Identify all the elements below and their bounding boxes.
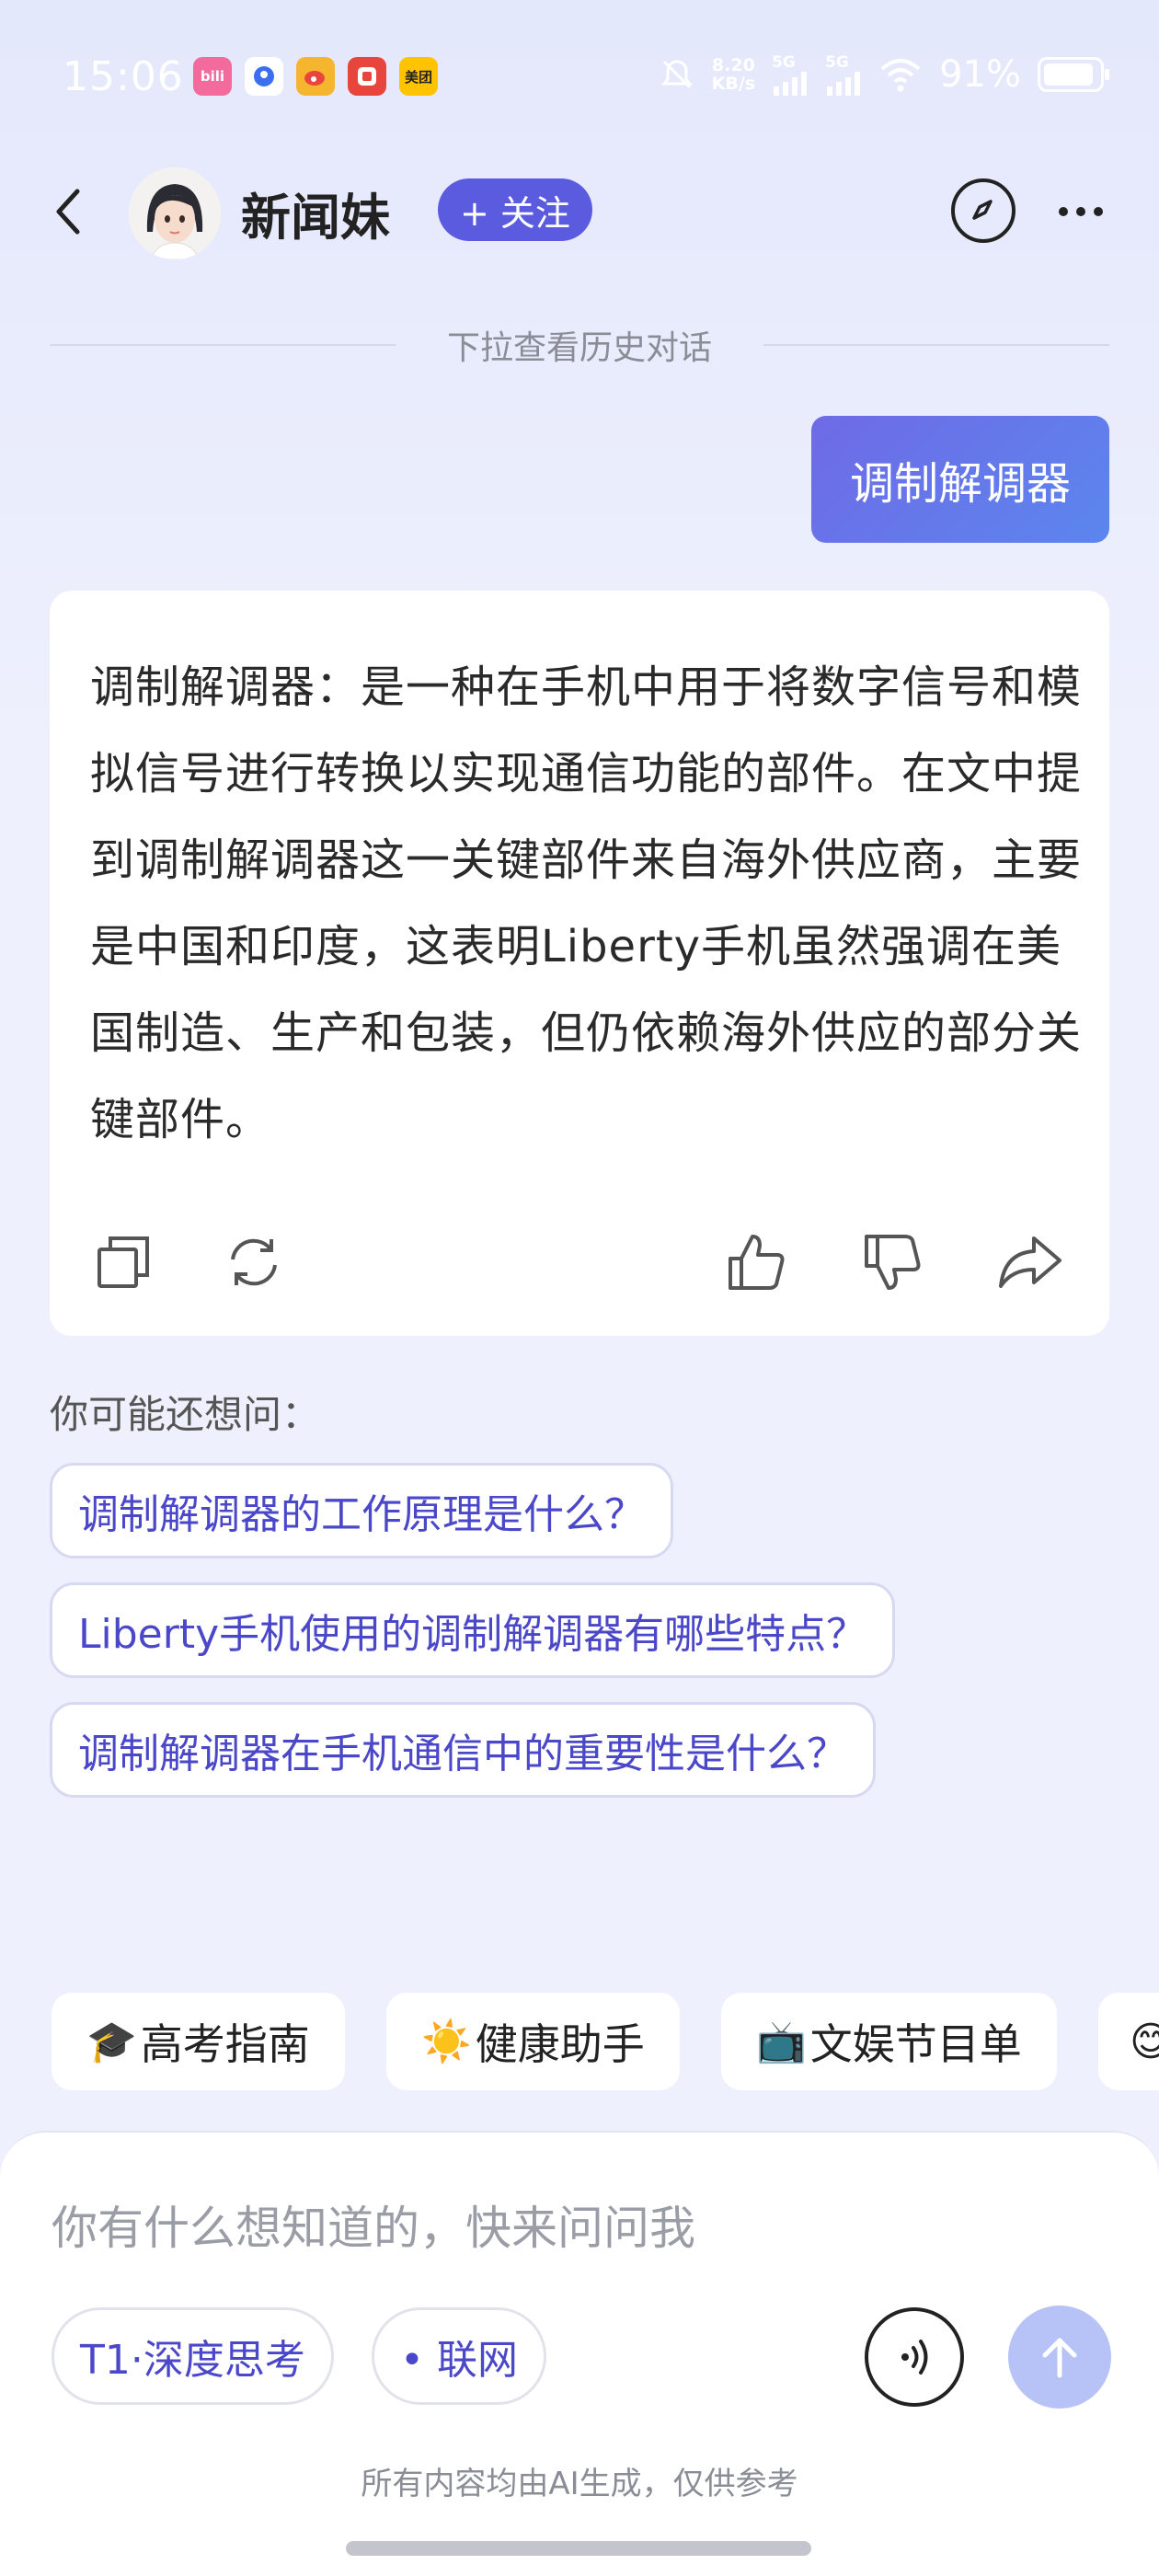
tv-icon: 📺 (756, 2018, 807, 2065)
shortcut-partial[interactable]: 😊 (1098, 1993, 1159, 2090)
answer-card: 调制解调器：是一种在手机中用于将数字信号和模拟信号进行转换以实现通信功能的部件。… (50, 591, 1109, 1336)
chat-header: 新闻妹 + 关注 (0, 156, 1159, 267)
mute-bell-icon (660, 60, 693, 89)
dot-icon (1059, 207, 1068, 216)
user-message-bubble[interactable]: 调制解调器 (810, 416, 1109, 543)
shortcut-health-assistant[interactable]: ☀️ 健康助手 (386, 1993, 680, 2090)
share-button[interactable] (993, 1225, 1067, 1299)
suggestion-chip[interactable]: 调制解调器的工作原理是什么？ (50, 1463, 673, 1558)
wifi-icon (880, 59, 921, 92)
suggestion-chip[interactable]: 调制解调器在手机通信中的重要性是什么？ (50, 1702, 876, 1798)
clock: 15:06 (63, 53, 184, 100)
regenerate-button[interactable] (217, 1225, 291, 1299)
meituan-app-icon: 美团 (399, 57, 438, 96)
signal-1-icon: 5G (772, 53, 809, 96)
shortcut-label: 文娱节目单 (809, 2019, 1022, 2069)
share-arrow-icon (999, 1236, 1061, 1288)
graduation-cap-icon: 🎓 (86, 2018, 137, 2065)
battery-level (1044, 63, 1093, 86)
suggestions-title: 你可能还想问： (50, 1392, 321, 1437)
network-speed: 8.20 KB/s (711, 55, 756, 94)
back-button[interactable] (40, 182, 99, 241)
battery-percent: 91% (939, 53, 1021, 96)
sun-icon: ☀️ (421, 2018, 472, 2065)
divider (763, 344, 1110, 346)
message-input[interactable]: 你有什么想知道的，快来问问我 (52, 2191, 695, 2258)
thumbs-up-icon (729, 1235, 785, 1290)
status-bar: 15:06 bili 美团 8.20 KB/s 5G 5G 91% (0, 0, 1159, 156)
shortcut-label: 健康助手 (475, 2019, 645, 2069)
avatar[interactable] (129, 167, 221, 259)
more-options-button[interactable] (1049, 184, 1113, 239)
answer-text: 调制解调器：是一种在手机中用于将数字信号和模拟信号进行转换以实现通信功能的部件。… (90, 661, 1083, 1145)
thumbs-down-icon (865, 1235, 921, 1290)
bilibili-app-icon: bili (193, 57, 232, 96)
history-hint[interactable]: 下拉查看历史对话 (50, 322, 1110, 368)
copy-icon (98, 1236, 149, 1288)
baidu-app-icon (245, 57, 283, 96)
divider (50, 344, 396, 346)
suggestion-chip[interactable]: Liberty手机使用的调制解调器有哪些特点？ (50, 1582, 896, 1678)
signal-2-icon: 5G (825, 53, 862, 96)
shortcut-label: 高考指南 (140, 2019, 310, 2069)
voice-button[interactable] (865, 2307, 964, 2407)
system-status: 8.20 KB/s 5G 5G 91% (659, 53, 1109, 96)
deep-think-toggle[interactable]: T1·深度思考 (52, 2307, 334, 2405)
send-button[interactable] (1008, 2306, 1111, 2409)
follow-button[interactable]: + 关注 (438, 178, 592, 241)
voice-wave-icon (901, 2340, 928, 2375)
history-hint-text: 下拉查看历史对话 (447, 329, 713, 367)
chevron-left-icon (56, 189, 80, 235)
compass-icon (972, 200, 993, 220)
battery-icon (1038, 57, 1109, 92)
weibo-app-icon (296, 57, 335, 96)
web-search-toggle[interactable]: • 联网 (372, 2307, 546, 2405)
dot-icon (1076, 207, 1085, 216)
notification-app-icons: bili 美团 (193, 57, 438, 96)
arrow-up-icon (1042, 2338, 1077, 2378)
xiaohongshu-app-icon (348, 57, 386, 96)
home-indicator[interactable] (346, 2541, 811, 2556)
input-panel: 你有什么想知道的，快来问问我 T1·深度思考 • 联网 所有内容均由AI生成，仅… (0, 2131, 1159, 2576)
copy-button[interactable] (86, 1225, 160, 1299)
discover-button[interactable] (951, 178, 1016, 243)
smile-icon: 😊 (1130, 2018, 1159, 2065)
shortcut-gaokao-guide[interactable]: 🎓 高考指南 (52, 1993, 345, 2090)
bot-name: 新闻妹 (241, 189, 390, 247)
dislike-button[interactable] (855, 1225, 929, 1299)
dot-icon (1094, 207, 1103, 216)
ai-disclaimer: 所有内容均由AI生成，仅供参考 (361, 2466, 798, 2502)
shortcut-entertainment-schedule[interactable]: 📺 文娱节目单 (721, 1993, 1057, 2090)
like-button[interactable] (719, 1225, 793, 1299)
bot-avatar-icon (129, 167, 221, 259)
refresh-icon (231, 1238, 277, 1286)
